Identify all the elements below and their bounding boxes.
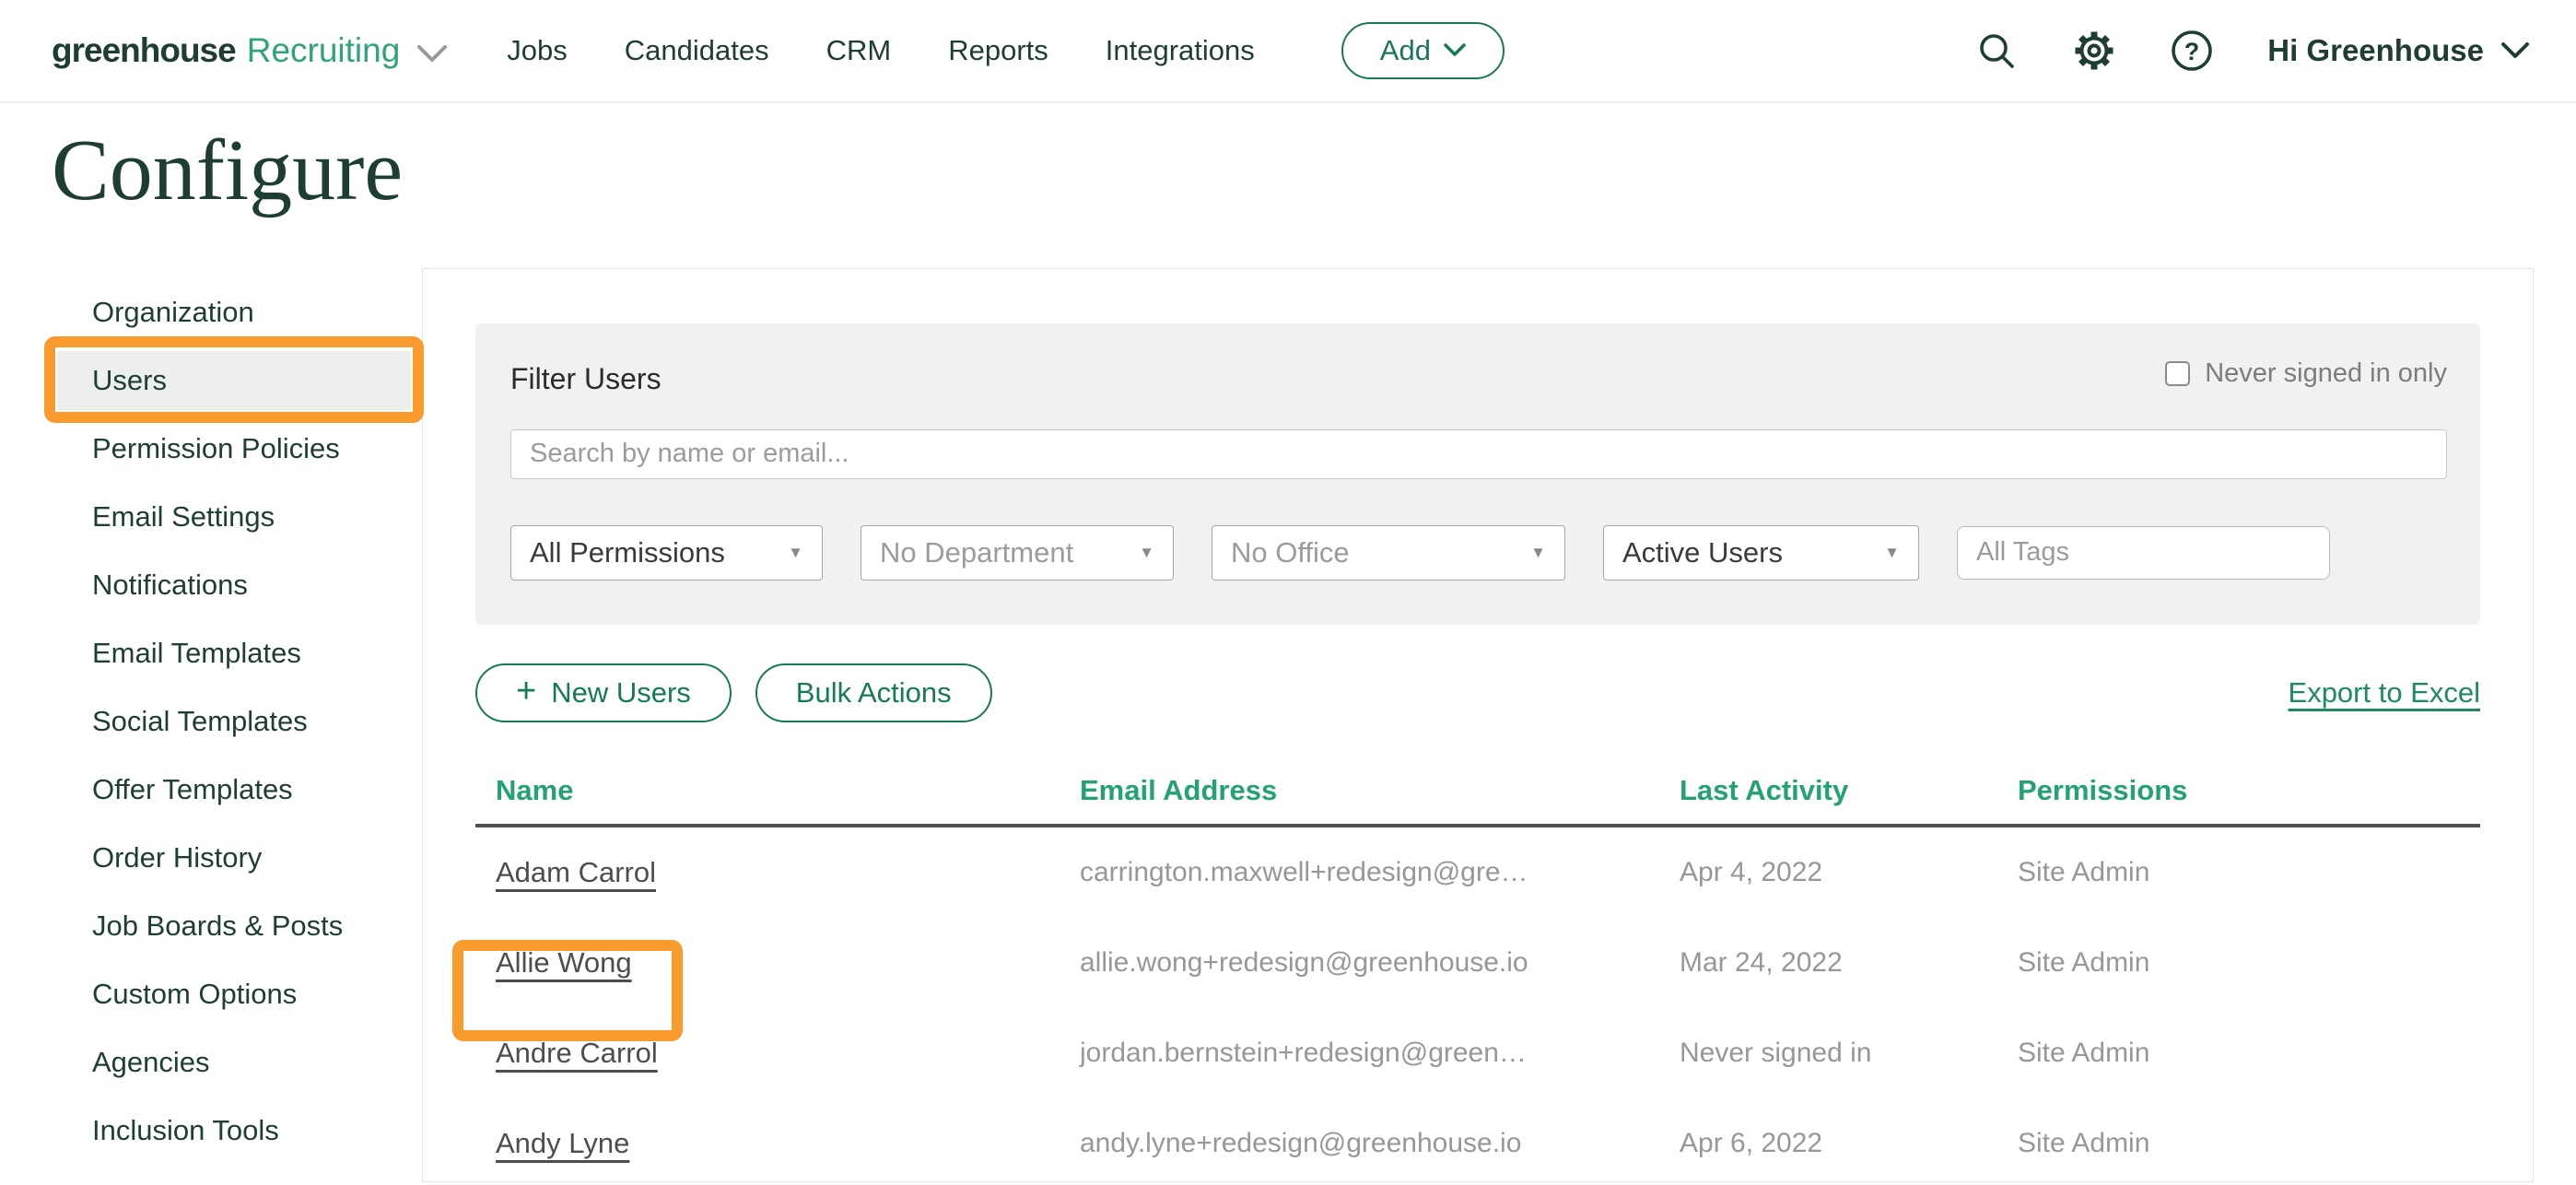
- permissions-dropdown[interactable]: All Permissions ▼: [510, 525, 823, 581]
- column-header-email: Email Address: [1080, 774, 1680, 807]
- users-panel: Filter Users Never signed in only All Pe…: [422, 268, 2534, 1182]
- never-signed-in-checkbox[interactable]: [2165, 361, 2190, 386]
- user-email: andy.lyne+redesign@greenhouse.io: [1080, 1128, 1680, 1159]
- sidebar-item-notifications[interactable]: Notifications: [0, 551, 422, 619]
- dropdown-caret-icon: ▼: [1530, 544, 1546, 562]
- nav-item-integrations[interactable]: Integrations: [1106, 34, 1255, 67]
- settings-gear-icon[interactable]: [2072, 29, 2116, 73]
- table-actions-row: + New Users Bulk Actions Export to Excel: [475, 663, 2480, 722]
- user-menu-label: Hi Greenhouse: [2267, 33, 2484, 68]
- user-menu[interactable]: Hi Greenhouse: [2267, 33, 2530, 68]
- department-dropdown[interactable]: No Department ▼: [861, 525, 1174, 581]
- never-signed-in-row: Never signed in only: [2165, 358, 2447, 389]
- help-icon[interactable]: ?: [2170, 29, 2214, 73]
- dropdown-caret-icon: ▼: [1139, 544, 1154, 562]
- search-input[interactable]: [510, 429, 2447, 479]
- filter-users-panel: Filter Users Never signed in only All Pe…: [475, 323, 2480, 625]
- user-email: jordan.bernstein+redesign@green…: [1080, 1038, 1680, 1069]
- page-title: Configure: [52, 125, 2576, 217]
- chevron-down-icon: [1444, 43, 1466, 58]
- sidebar-item-agencies[interactable]: Agencies: [0, 1028, 422, 1097]
- user-name-link[interactable]: Andre Carrol: [496, 1037, 658, 1069]
- user-email: carrington.maxwell+redesign@gre…: [1080, 857, 1680, 888]
- nav-item-reports[interactable]: Reports: [948, 34, 1048, 67]
- filter-users-title: Filter Users: [510, 362, 2447, 396]
- search-icon[interactable]: [1974, 29, 2019, 73]
- sidebar-item-organization[interactable]: Organization: [0, 278, 422, 346]
- user-permissions: Site Admin: [2018, 947, 2480, 979]
- sidebar-item-email-templates[interactable]: Email Templates: [0, 619, 422, 687]
- sidebar-item-order-history[interactable]: Order History: [0, 824, 422, 892]
- user-name-link[interactable]: Adam Carrol: [496, 856, 656, 888]
- user-name-link[interactable]: Andy Lyne: [496, 1127, 629, 1159]
- user-status-dropdown[interactable]: Active Users ▼: [1603, 525, 1919, 581]
- table-row: Andy Lyne andy.lyne+redesign@greenhouse.…: [475, 1098, 2480, 1185]
- chevron-down-icon: [416, 43, 448, 64]
- user-name-link[interactable]: Allie Wong: [496, 946, 632, 979]
- add-button[interactable]: Add: [1341, 22, 1505, 79]
- new-users-button[interactable]: + New Users: [475, 663, 732, 722]
- nav-item-candidates[interactable]: Candidates: [625, 34, 769, 67]
- user-last-activity: Never signed in: [1680, 1038, 2018, 1069]
- tags-input[interactable]: [1957, 526, 2330, 580]
- svg-text:?: ?: [2184, 38, 2200, 65]
- greenhouse-logo[interactable]: greenhouse Recruiting: [52, 31, 448, 70]
- user-permissions: Site Admin: [2018, 1038, 2480, 1069]
- users-table-header: Name Email Address Last Activity Permiss…: [475, 774, 2480, 827]
- never-signed-in-label: Never signed in only: [2205, 358, 2447, 389]
- user-email: allie.wong+redesign@greenhouse.io: [1080, 947, 1680, 979]
- plus-icon: +: [516, 674, 536, 709]
- table-row: Andre Carrol jordan.bernstein+redesign@g…: [475, 1008, 2480, 1098]
- table-row: Adam Carrol carrington.maxwell+redesign@…: [475, 827, 2480, 918]
- sidebar-item-custom-options[interactable]: Custom Options: [0, 960, 422, 1028]
- dropdown-caret-icon: ▼: [1884, 544, 1900, 562]
- chevron-down-icon: [2500, 41, 2530, 60]
- column-header-last-activity: Last Activity: [1680, 774, 2018, 807]
- sidebar-item-email-settings[interactable]: Email Settings: [0, 483, 422, 551]
- sidebar-item-permission-policies[interactable]: Permission Policies: [0, 415, 422, 483]
- office-dropdown[interactable]: No Office ▼: [1212, 525, 1565, 581]
- sidebar-item-users[interactable]: Users: [57, 351, 411, 410]
- user-permissions: Site Admin: [2018, 857, 2480, 888]
- filter-dropdown-row: All Permissions ▼ No Department ▼ No Off…: [510, 525, 2447, 581]
- nav-item-jobs[interactable]: Jobs: [507, 34, 567, 67]
- bulk-actions-button[interactable]: Bulk Actions: [755, 663, 992, 722]
- topbar-right-cluster: ? Hi Greenhouse: [1974, 29, 2530, 73]
- user-last-activity: Mar 24, 2022: [1680, 947, 2018, 979]
- configure-sidebar: Organization Users Permission Policies E…: [0, 268, 422, 1182]
- user-last-activity: Apr 4, 2022: [1680, 857, 2018, 888]
- user-permissions: Site Admin: [2018, 1128, 2480, 1159]
- top-navigation-bar: greenhouse Recruiting Jobs Candidates CR…: [0, 0, 2576, 103]
- export-to-excel-link[interactable]: Export to Excel: [2289, 676, 2480, 710]
- main-nav: Jobs Candidates CRM Reports Integrations: [507, 34, 1254, 67]
- sidebar-item-social-templates[interactable]: Social Templates: [0, 687, 422, 756]
- column-header-permissions: Permissions: [2018, 774, 2480, 807]
- sidebar-item-inclusion-tools[interactable]: Inclusion Tools: [0, 1097, 422, 1165]
- add-button-label: Add: [1380, 34, 1431, 67]
- column-header-name: Name: [475, 774, 1080, 807]
- configure-content: Organization Users Permission Policies E…: [0, 268, 2576, 1182]
- sidebar-item-job-boards-posts[interactable]: Job Boards & Posts: [0, 892, 422, 960]
- sidebar-item-offer-templates[interactable]: Offer Templates: [0, 756, 422, 824]
- logo-brand-text: greenhouse: [52, 31, 236, 70]
- logo-product-text: Recruiting: [247, 31, 401, 70]
- dropdown-caret-icon: ▼: [788, 544, 803, 562]
- users-table: Name Email Address Last Activity Permiss…: [475, 774, 2480, 1185]
- nav-item-crm[interactable]: CRM: [826, 34, 892, 67]
- table-row: Allie Wong allie.wong+redesign@greenhous…: [475, 918, 2480, 1008]
- user-last-activity: Apr 6, 2022: [1680, 1128, 2018, 1159]
